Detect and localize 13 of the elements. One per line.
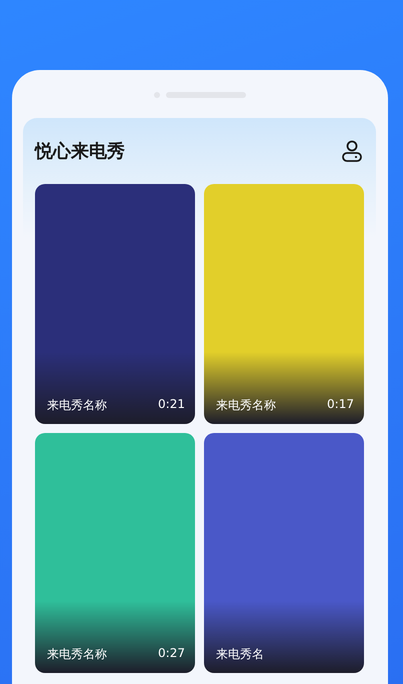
- card-name: 来电秀名称: [216, 397, 276, 414]
- card-name: 来电秀名称: [47, 646, 107, 663]
- app-title: 悦心来电秀: [35, 140, 125, 163]
- ringtone-card[interactable]: 来电秀名: [204, 433, 364, 673]
- ringtone-card[interactable]: 来电秀名称 0:17: [204, 184, 364, 424]
- card-duration: 0:17: [327, 397, 354, 413]
- user-icon[interactable]: [340, 139, 364, 163]
- card-name: 来电秀名称: [47, 397, 107, 414]
- card-name: 来电秀名: [216, 646, 264, 663]
- ringtone-card[interactable]: 来电秀名称 0:27: [35, 433, 195, 673]
- ringtone-card[interactable]: 来电秀名称 0:21: [35, 184, 195, 424]
- card-duration: 0:21: [158, 397, 185, 413]
- card-duration: 0:27: [158, 646, 185, 662]
